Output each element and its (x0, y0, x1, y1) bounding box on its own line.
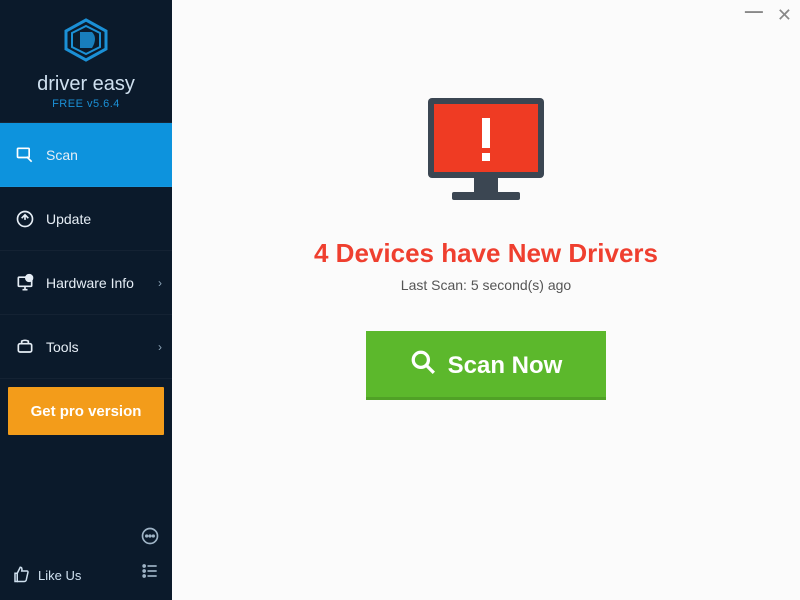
chevron-right-icon: › (158, 276, 162, 290)
logo-area: driver easy FREE v5.6.4 (0, 0, 172, 123)
sidebar-item-label: Tools (46, 339, 79, 355)
minimize-button[interactable]: — (745, 2, 763, 20)
hardware-info-icon: i (14, 273, 36, 293)
sidebar-item-tools[interactable]: Tools › (0, 315, 172, 379)
alert-monitor-illustration (416, 90, 556, 220)
thumbs-up-icon (12, 565, 30, 586)
get-pro-button[interactable]: Get pro version (8, 387, 164, 435)
scan-now-button[interactable]: Scan Now (366, 331, 607, 400)
like-us-button[interactable]: Like Us (12, 565, 81, 586)
menu-list-icon[interactable] (140, 561, 160, 586)
chevron-right-icon: › (158, 340, 162, 354)
feedback-icon[interactable] (140, 526, 160, 551)
svg-text:i: i (29, 276, 30, 282)
scan-now-label: Scan Now (448, 352, 563, 380)
update-icon (14, 209, 36, 229)
status-headline: 4 Devices have New Drivers (314, 238, 658, 269)
sidebar-item-update[interactable]: Update (0, 187, 172, 251)
brand-name: driver easy (0, 73, 172, 96)
get-pro-label: Get pro version (31, 403, 142, 420)
sidebar-item-scan[interactable]: Scan (0, 123, 172, 187)
sidebar-item-hardware-info[interactable]: i Hardware Info › (0, 251, 172, 315)
last-scan-text: Last Scan: 5 second(s) ago (401, 277, 571, 293)
window-controls: — ✕ (745, 6, 792, 24)
app-window: — ✕ driver easy FREE v5.6.4 (0, 0, 800, 600)
sidebar: driver easy FREE v5.6.4 Scan (0, 0, 172, 600)
main-panel: 4 Devices have New Drivers Last Scan: 5 … (172, 0, 800, 600)
logo-icon (62, 18, 110, 67)
tools-icon (14, 337, 36, 357)
scan-icon (14, 145, 36, 165)
sidebar-item-label: Update (46, 211, 91, 227)
sidebar-item-label: Scan (46, 147, 78, 163)
close-button[interactable]: ✕ (777, 6, 792, 24)
sidebar-nav: Scan Update i Hardware (0, 123, 172, 379)
footer-icons (140, 526, 160, 586)
sidebar-item-label: Hardware Info (46, 275, 134, 291)
search-icon (410, 349, 436, 382)
like-us-label: Like Us (38, 568, 81, 583)
sidebar-footer: Like Us (0, 516, 172, 600)
brand-version: FREE v5.6.4 (0, 98, 172, 110)
